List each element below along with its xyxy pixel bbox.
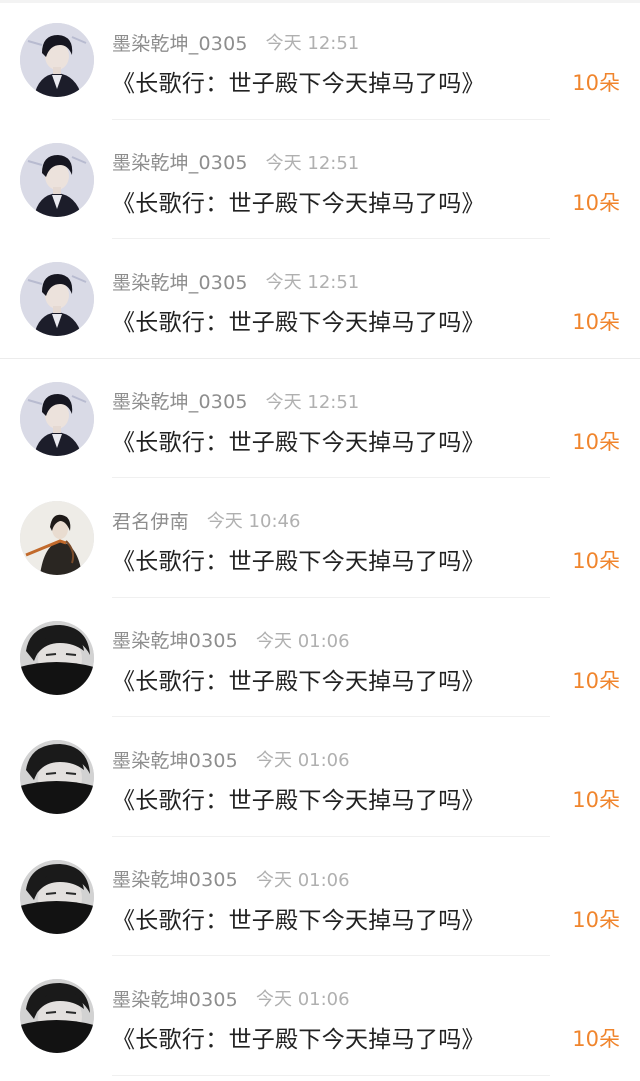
timestamp: 今天 12:51 (265, 272, 360, 293)
comment-text: 《长歌行：世子殿下今天掉马了吗》 (112, 668, 485, 695)
timestamp: 今天 01:06 (255, 869, 350, 891)
comment-meta: 墨染乾坤0305 今天 01:06 (112, 867, 350, 891)
avatar[interactable] (20, 979, 94, 1053)
comment-text: 《长歌行：世子殿下今天掉马了吗》 (112, 310, 485, 336)
list-item[interactable]: 君名伊南 今天 10:46 《长歌行：世子殿下今天掉马了吗》 10朵 (0, 478, 640, 598)
comment-text: 《长歌行：世子殿下今天掉马了吗》 (112, 71, 485, 97)
comment-meta: 墨染乾坤_0305 今天 12:51 (112, 29, 360, 56)
avatar[interactable] (20, 620, 94, 695)
avatar[interactable] (20, 740, 94, 814)
username[interactable]: 君名伊南 (112, 507, 189, 534)
row-divider (112, 1074, 550, 1076)
timestamp: 今天 12:51 (265, 152, 360, 174)
timestamp: 今天 01:06 (255, 630, 350, 652)
timestamp: 今天 12:51 (265, 391, 360, 413)
timestamp: 今天 01:06 (255, 750, 350, 771)
username[interactable]: 墨染乾坤_0305 (112, 29, 248, 56)
comment-text: 《长歌行：世子殿下今天掉马了吗》 (112, 190, 485, 217)
username[interactable]: 墨染乾坤0305 (112, 626, 238, 653)
comment-meta: 墨染乾坤_0305 今天 12:51 (112, 150, 359, 174)
avatar[interactable] (20, 859, 94, 934)
avatar[interactable] (20, 23, 94, 97)
list-item[interactable]: 墨染乾坤0305 今天 01:06 《长歌行：世子殿下今天掉马了吗》 10朵 (0, 837, 640, 956)
timestamp: 今天 01:06 (255, 989, 350, 1010)
username[interactable]: 墨染乾坤_0305 (112, 148, 248, 175)
avatar[interactable] (20, 142, 94, 217)
comment-text: 《长歌行：世子殿下今天掉马了吗》 (112, 1027, 485, 1053)
comment-meta: 君名伊南 今天 10:46 (112, 507, 301, 534)
gift-count: 10朵 (572, 429, 620, 454)
list-item[interactable]: 墨染乾坤0305 今天 01:06 《长歌行：世子殿下今天掉马了吗》 10朵 (0, 717, 640, 837)
comment-meta: 墨染乾坤0305 今天 01:06 (112, 746, 350, 773)
comment-text: 《长歌行：世子殿下今天掉马了吗》 (112, 429, 485, 456)
gift-count: 10朵 (572, 549, 620, 573)
avatar[interactable] (20, 381, 94, 456)
gift-count: 10朵 (572, 907, 620, 932)
username[interactable]: 墨染乾坤0305 (112, 985, 238, 1012)
username[interactable]: 墨染乾坤_0305 (112, 268, 248, 295)
gift-count: 10朵 (572, 1027, 620, 1051)
comment-text: 《长歌行：世子殿下今天掉马了吗》 (112, 549, 485, 575)
gift-count: 10朵 (572, 668, 620, 693)
list-item[interactable]: 墨染乾坤0305 今天 01:06 《长歌行：世子殿下今天掉马了吗》 10朵 (0, 956, 640, 1076)
comment-meta: 墨染乾坤_0305 今天 12:51 (112, 268, 360, 295)
comment-meta: 墨染乾坤_0305 今天 12:51 (112, 389, 359, 413)
list-item[interactable]: 墨染乾坤_0305 今天 12:51 《长歌行：世子殿下今天掉马了吗》 10朵 (0, 239, 640, 359)
gift-comment-list: 墨染乾坤_0305 今天 12:51 《长歌行：世子殿下今天掉马了吗》 10朵 … (0, 0, 640, 1076)
gift-count: 10朵 (572, 310, 620, 334)
list-item[interactable]: 墨染乾坤_0305 今天 12:51 《长歌行：世子殿下今天掉马了吗》 10朵 (0, 120, 640, 239)
comment-text: 《长歌行：世子殿下今天掉马了吗》 (112, 788, 485, 814)
comment-text: 《长歌行：世子殿下今天掉马了吗》 (112, 907, 485, 934)
gift-count: 10朵 (572, 71, 620, 95)
comment-meta: 墨染乾坤0305 今天 01:06 (112, 985, 350, 1012)
avatar[interactable] (20, 501, 94, 575)
timestamp: 今天 12:51 (265, 33, 360, 54)
list-item[interactable]: 墨染乾坤_0305 今天 12:51 《长歌行：世子殿下今天掉马了吗》 10朵 (0, 359, 640, 478)
avatar[interactable] (20, 262, 94, 336)
gift-count: 10朵 (572, 788, 620, 812)
comment-meta: 墨染乾坤0305 今天 01:06 (112, 628, 350, 652)
username[interactable]: 墨染乾坤_0305 (112, 387, 248, 414)
list-item[interactable]: 墨染乾坤_0305 今天 12:51 《长歌行：世子殿下今天掉马了吗》 10朵 (0, 0, 640, 120)
username[interactable]: 墨染乾坤0305 (112, 746, 238, 773)
username[interactable]: 墨染乾坤0305 (112, 865, 238, 892)
list-item[interactable]: 墨染乾坤0305 今天 01:06 《长歌行：世子殿下今天掉马了吗》 10朵 (0, 598, 640, 717)
timestamp: 今天 10:46 (206, 511, 301, 532)
gift-count: 10朵 (572, 190, 620, 215)
